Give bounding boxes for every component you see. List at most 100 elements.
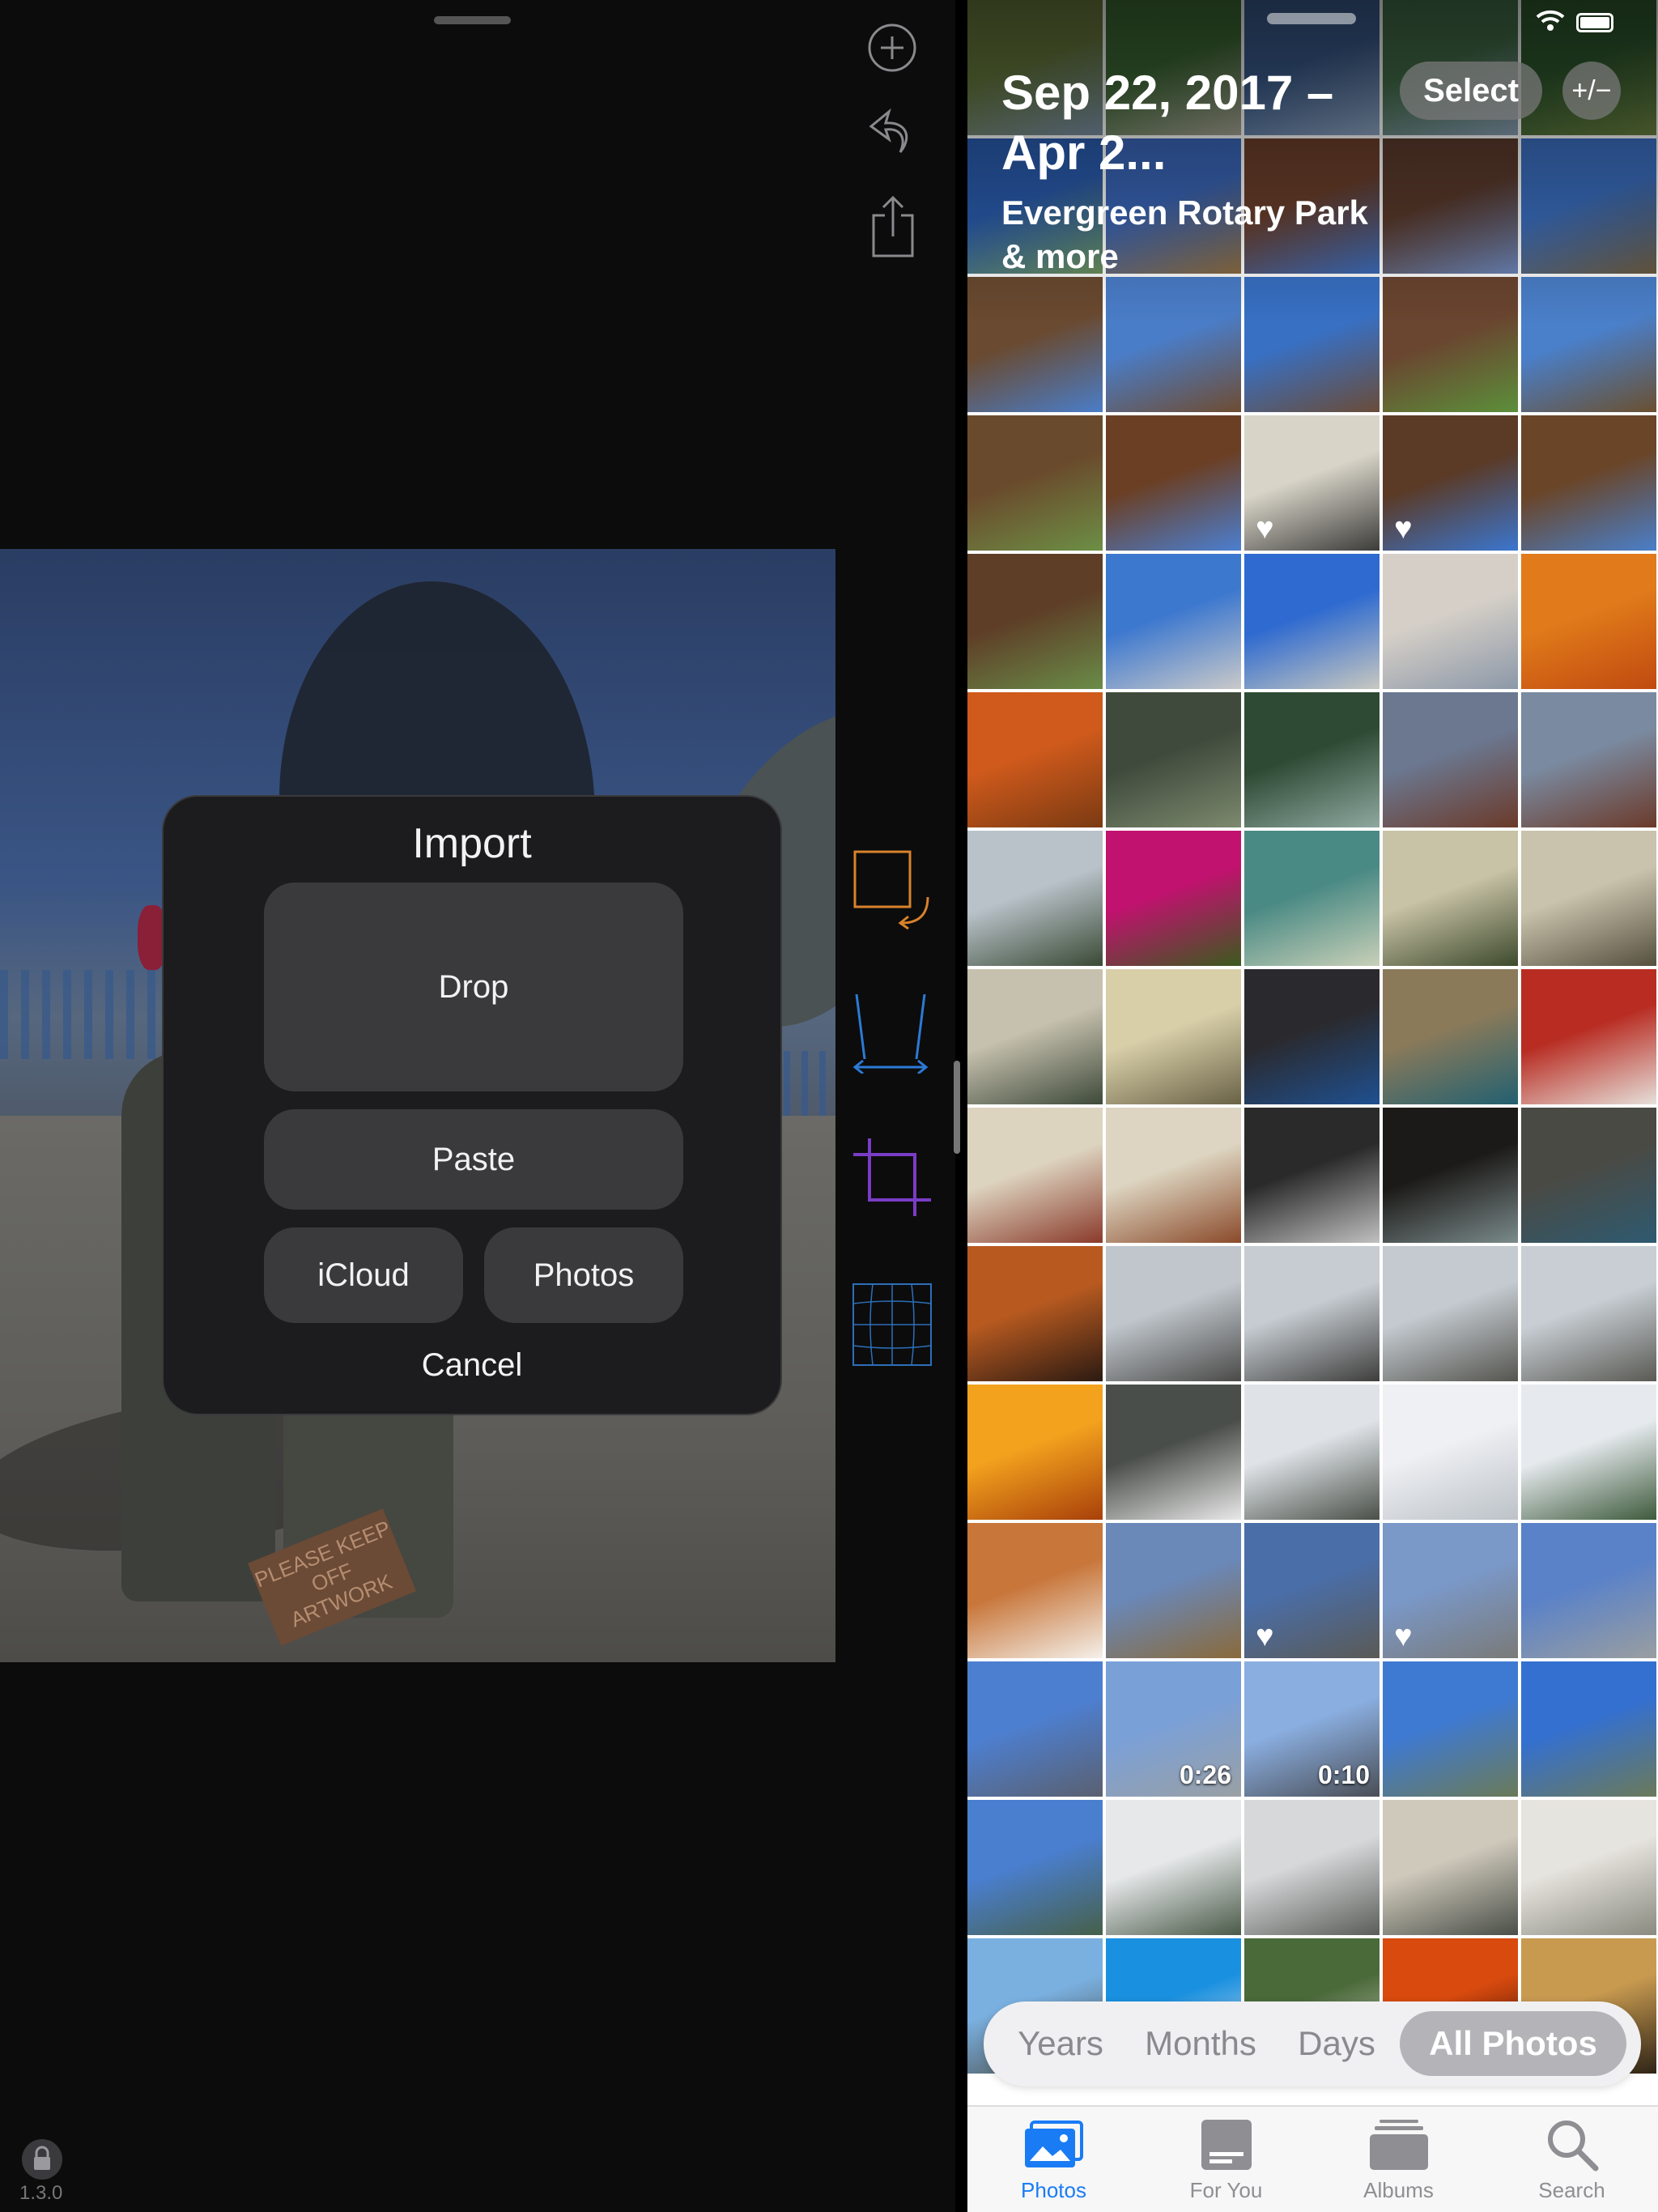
photo-thumbnail[interactable] [967, 831, 1103, 966]
photo-thumbnail[interactable] [1106, 1108, 1241, 1243]
photo-thumbnail[interactable]: 0:26 [1106, 1661, 1241, 1797]
photo-thumbnail[interactable] [1521, 554, 1656, 689]
undo-icon[interactable] [865, 104, 920, 159]
photo-thumbnail[interactable]: 0:10 [1244, 1661, 1380, 1797]
photo-thumbnail[interactable] [967, 1385, 1103, 1520]
photo-thumbnail[interactable] [967, 1246, 1103, 1381]
paste-button[interactable]: Paste [264, 1109, 683, 1210]
tab-for-you[interactable]: For You [1140, 2115, 1312, 2203]
photo-thumbnail[interactable] [1106, 1523, 1241, 1658]
photo-thumbnail[interactable] [1521, 415, 1656, 551]
photo-thumbnail[interactable] [1521, 1108, 1656, 1243]
cancel-button[interactable]: Cancel [164, 1347, 780, 1384]
photo-thumbnail[interactable] [1244, 1385, 1380, 1520]
perspective-icon[interactable] [850, 989, 931, 1074]
photo-thumbnail[interactable] [1244, 1800, 1380, 1935]
photo-thumbnail[interactable] [967, 1108, 1103, 1243]
icloud-button[interactable]: iCloud [264, 1227, 463, 1323]
photo-thumbnail[interactable] [1383, 1108, 1518, 1243]
photo-thumbnail[interactable] [1106, 692, 1241, 827]
favorite-heart-icon: ♥ [1256, 512, 1274, 546]
photo-thumbnail[interactable] [1521, 831, 1656, 966]
photo-thumbnail[interactable] [967, 554, 1103, 689]
segment-years[interactable]: Years [1000, 2011, 1121, 2076]
share-icon[interactable] [870, 194, 916, 259]
photo-thumbnail[interactable] [1244, 554, 1380, 689]
photo-thumbnail[interactable] [1383, 1246, 1518, 1381]
photo-thumbnail[interactable] [1106, 415, 1241, 551]
photo-grid: ♥ ♥ ♥ ♥ 0:26 0:10 [967, 0, 1658, 2074]
status-bar [1534, 8, 1613, 36]
photo-thumbnail[interactable]: ♥ [1244, 415, 1380, 551]
lock-icon[interactable] [22, 2139, 62, 2180]
photo-thumbnail[interactable]: ♥ [1244, 1523, 1380, 1658]
photo-thumbnail[interactable] [1521, 277, 1656, 412]
rotate-icon[interactable] [852, 849, 936, 929]
date-range-title: Sep 22, 2017 – Apr 2... [1001, 66, 1334, 180]
photo-thumbnail[interactable] [1521, 1800, 1656, 1935]
grid-icon[interactable] [852, 1283, 933, 1367]
photo-thumbnail[interactable] [1383, 1661, 1518, 1797]
segment-days[interactable]: Days [1280, 2011, 1393, 2076]
photo-thumbnail[interactable] [1106, 1385, 1241, 1520]
photo-thumbnail[interactable] [1106, 831, 1241, 966]
crop-icon[interactable] [850, 1135, 934, 1219]
photo-thumbnail[interactable] [1244, 1246, 1380, 1381]
photo-thumbnail[interactable] [967, 1800, 1103, 1935]
split-view-handle[interactable] [954, 1061, 960, 1154]
video-duration: 0:10 [1317, 1760, 1370, 1789]
video-duration: 0:26 [1179, 1760, 1231, 1789]
multitask-grabber[interactable] [1267, 13, 1356, 24]
tab-label: Search [1538, 2178, 1605, 2202]
plus-minus-button[interactable]: +/− [1562, 62, 1621, 120]
plus-circle-icon[interactable] [867, 23, 917, 73]
drop-button[interactable]: Drop [264, 883, 683, 1091]
photo-thumbnail[interactable] [1106, 1800, 1241, 1935]
photo-thumbnail[interactable] [1106, 277, 1241, 412]
search-icon [1486, 2115, 1658, 2175]
photo-thumbnail[interactable] [1383, 692, 1518, 827]
photo-thumbnail[interactable] [967, 1661, 1103, 1797]
photo-thumbnail[interactable] [1244, 1108, 1380, 1243]
photo-thumbnail[interactable] [1106, 969, 1241, 1104]
segment-months[interactable]: Months [1128, 2011, 1273, 2076]
photo-thumbnail[interactable] [1383, 554, 1518, 689]
photo-thumbnail[interactable] [1521, 692, 1656, 827]
segment-all-photos[interactable]: All Photos [1400, 2011, 1626, 2076]
photo-thumbnail[interactable] [1521, 1661, 1656, 1797]
tab-search[interactable]: Search [1486, 2115, 1658, 2203]
photo-thumbnail[interactable] [967, 415, 1103, 551]
photo-thumbnail[interactable] [1244, 969, 1380, 1104]
photo-thumbnail[interactable] [1106, 554, 1241, 689]
photo-thumbnail[interactable] [1244, 831, 1380, 966]
photo-thumbnail[interactable] [1521, 1385, 1656, 1520]
photo-thumbnail[interactable] [1106, 1246, 1241, 1381]
photo-thumbnail[interactable]: ♥ [1383, 1523, 1518, 1658]
select-button[interactable]: Select [1400, 62, 1542, 120]
photo-thumbnail[interactable] [967, 1523, 1103, 1658]
photo-thumbnail[interactable] [1521, 1523, 1656, 1658]
photo-thumbnail[interactable]: ♥ [1383, 415, 1518, 551]
photo-thumbnail[interactable] [1244, 277, 1380, 412]
photos-button[interactable]: Photos [484, 1227, 683, 1323]
photo-thumbnail[interactable] [1521, 969, 1656, 1104]
tab-photos[interactable]: Photos [967, 2115, 1140, 2203]
photo-thumbnail[interactable] [1383, 277, 1518, 412]
photo-thumbnail[interactable] [1383, 1385, 1518, 1520]
photo-thumbnail[interactable] [1244, 692, 1380, 827]
photo-thumbnail[interactable] [1521, 138, 1656, 274]
multitask-grabber[interactable] [434, 16, 511, 24]
photo-thumbnail[interactable] [1383, 138, 1518, 274]
tab-albums[interactable]: Albums [1312, 2115, 1485, 2203]
photos-tab-icon [967, 2115, 1140, 2175]
photo-thumbnail[interactable] [1383, 831, 1518, 966]
photo-thumbnail[interactable] [1383, 1800, 1518, 1935]
battery-icon [1576, 12, 1613, 32]
photo-thumbnail[interactable] [967, 692, 1103, 827]
photo-thumbnail[interactable] [1521, 1246, 1656, 1381]
photo-thumbnail[interactable] [967, 969, 1103, 1104]
tab-label: For You [1189, 2178, 1263, 2202]
editor-pane: PLEASE KEEP OFF ARTWORK Import Drop Past… [0, 0, 955, 2212]
photo-thumbnail[interactable] [1383, 969, 1518, 1104]
photo-thumbnail[interactable] [967, 277, 1103, 412]
